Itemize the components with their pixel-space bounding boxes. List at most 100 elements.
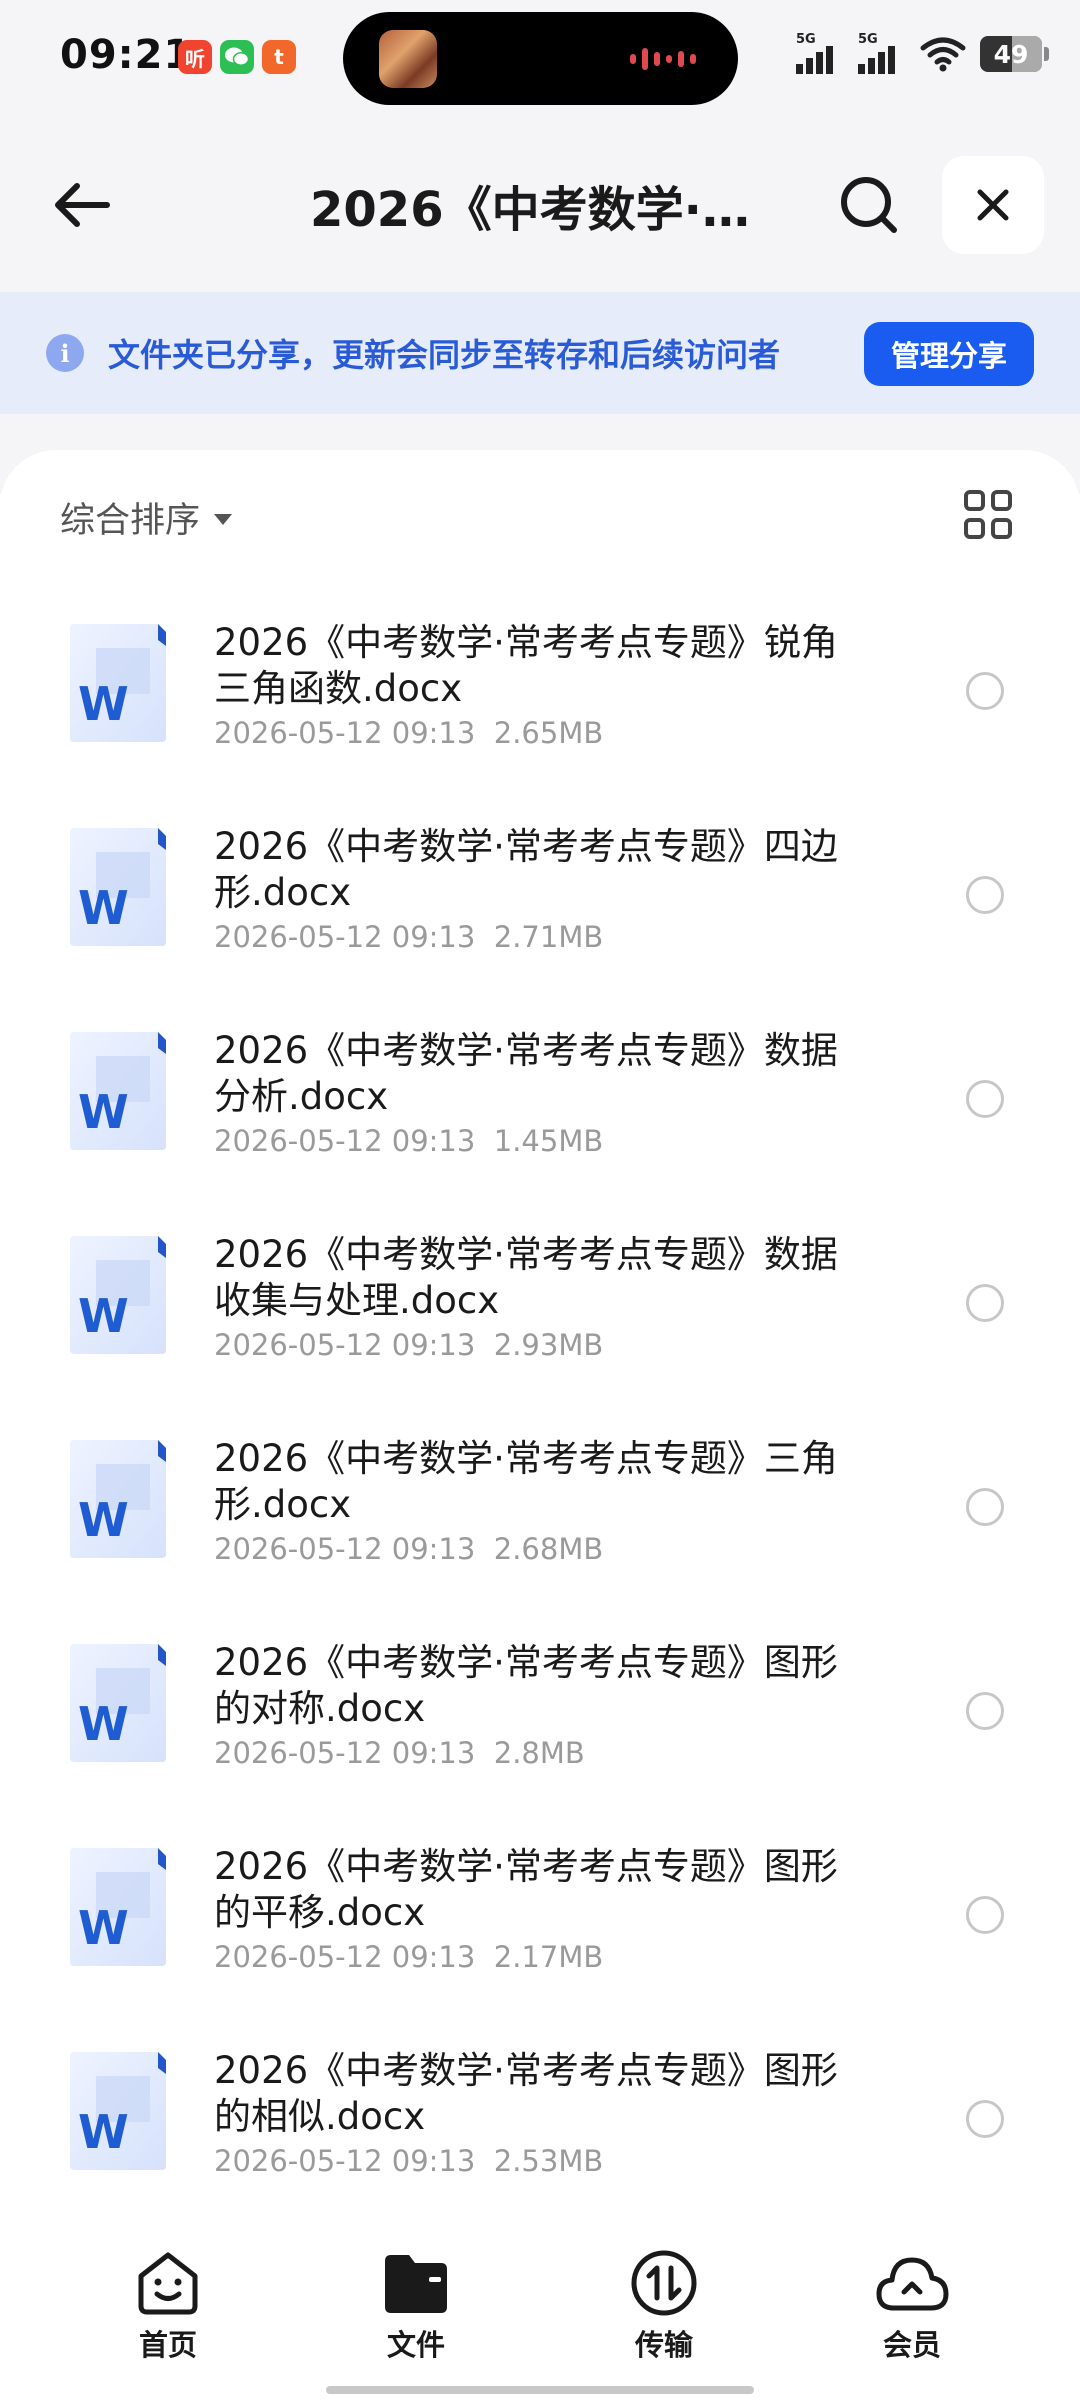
wechat-icon [220,40,254,74]
search-icon [841,177,897,233]
file-meta: 2026-05-12 09:13 2.53MB [214,2144,603,2178]
file-list: W 2026《中考数学·常考考点专题》锐角三角函数.docx 2026-05-1… [0,590,1080,2222]
close-icon [977,189,1009,221]
status-time: 09:21 [60,32,193,78]
svg-text:W: W [78,881,129,935]
select-radio[interactable] [966,1488,1004,1526]
sort-label: 综合排序 [60,501,201,541]
file-list-item[interactable]: W 2026《中考数学·常考考点专题》锐角三角函数.docx 2026-05-1… [0,590,1080,794]
file-content-panel: 综合排序 W 2026《中考数学·常考考点专题》锐角三角函数.docx 2026… [0,450,1080,2250]
file-name: 2026《中考数学·常考考点专题》图形的相似.docx [214,2049,838,2138]
select-radio[interactable] [966,1692,1004,1730]
search-button[interactable] [832,168,906,242]
battery-icon: 49 [980,36,1049,72]
file-list-item[interactable]: W 2026《中考数学·常考考点专题》四边形.docx 2026-05-12 0… [0,794,1080,998]
svg-text:W: W [78,1289,129,1343]
file-list-item[interactable]: W 2026《中考数学·常考考点专题》数据收集与处理.docx 2026-05-… [0,1202,1080,1406]
file-name: 2026《中考数学·常考考点专题》数据分析.docx [214,1029,838,1118]
status-bar: 09:21 听 t 5G 5G 49 [0,0,1080,120]
grid-view-toggle[interactable] [964,490,1014,540]
file-date: 2026-05-12 09:13 [214,1736,476,1770]
svg-text:W: W [78,1085,129,1139]
home-face-icon [130,2248,206,2318]
word-doc-icon: W [66,622,168,744]
back-button[interactable] [46,170,116,240]
file-name: 2026《中考数学·常考考点专题》数据收集与处理.docx [214,1233,838,1322]
nav-label: 首页 [138,2328,197,2362]
select-radio[interactable] [966,672,1004,710]
app-header: 2026《中考数学·… [0,120,1080,292]
file-meta: 2026-05-12 09:13 2.8MB [214,1736,585,1770]
select-radio[interactable] [966,1284,1004,1322]
file-size: 2.8MB [493,1736,585,1770]
word-doc-icon: W [66,1438,168,1560]
file-list-item[interactable]: W 2026《中考数学·常考考点专题》图形的相似.docx 2026-05-12… [0,2018,1080,2222]
transfer-icon [626,2248,702,2318]
manage-share-button[interactable]: 管理分享 [864,322,1034,386]
svg-text:W: W [78,677,129,731]
nav-item-files[interactable]: 文件 [346,2248,486,2368]
share-notice-banner: i 文件夹已分享，更新会同步至转存和后续访问者 管理分享 [0,292,1080,414]
file-list-item[interactable]: W 2026《中考数学·常考考点专题》图形的对称.docx 2026-05-12… [0,1610,1080,1814]
info-icon: i [46,334,84,372]
home-indicator[interactable] [326,2386,754,2394]
svg-text:W: W [78,1697,129,1751]
share-notice-text: 文件夹已分享，更新会同步至转存和后续访问者 [108,336,781,374]
file-size: 2.93MB [493,1328,604,1362]
audio-wave-icon [630,46,696,72]
select-radio[interactable] [966,1080,1004,1118]
word-doc-icon: W [66,1234,168,1356]
wifi-icon [920,37,966,72]
sort-dropdown[interactable]: 综合排序 [60,492,233,543]
media-thumbnail [379,30,437,88]
page-title: 2026《中考数学·… [310,182,750,238]
file-date: 2026-05-12 09:13 [214,920,476,954]
select-radio[interactable] [966,2100,1004,2138]
nav-item-member[interactable]: 会员 [842,2248,982,2368]
file-meta: 2026-05-12 09:13 2.17MB [214,1940,603,1974]
file-date: 2026-05-12 09:13 [214,2144,476,2178]
file-meta: 2026-05-12 09:13 2.71MB [214,920,603,954]
select-radio[interactable] [966,1896,1004,1934]
nav-label: 文件 [386,2328,445,2362]
file-size: 2.65MB [493,716,604,750]
file-size: 2.71MB [493,920,604,954]
arrow-left-icon [55,183,110,227]
dynamic-island[interactable] [343,12,738,105]
svg-text:W: W [78,1493,129,1547]
file-list-item[interactable]: W 2026《中考数学·常考考点专题》图形的平移.docx 2026-05-12… [0,1814,1080,2018]
file-size: 2.68MB [493,1532,604,1566]
file-meta: 2026-05-12 09:13 2.65MB [214,716,603,750]
file-date: 2026-05-12 09:13 [214,1124,476,1158]
taobao-icon: t [262,40,296,74]
file-date: 2026-05-12 09:13 [214,716,476,750]
file-name: 2026《中考数学·常考考点专题》图形的平移.docx [214,1845,838,1934]
file-date: 2026-05-12 09:13 [214,1328,476,1362]
word-doc-icon: W [66,2050,168,2172]
svg-text:W: W [78,1901,129,1955]
select-radio[interactable] [966,876,1004,914]
nav-label: 会员 [882,2328,941,2362]
file-date: 2026-05-12 09:13 [214,1532,476,1566]
folder-icon [378,2248,454,2318]
word-doc-icon: W [66,826,168,948]
file-list-item[interactable]: W 2026《中考数学·常考考点专题》三角形.docx 2026-05-12 0… [0,1406,1080,1610]
file-size: 2.53MB [493,2144,604,2178]
word-doc-icon: W [66,1846,168,1968]
nav-label: 传输 [634,2328,693,2362]
svg-text:W: W [78,2105,129,2159]
file-name: 2026《中考数学·常考考点专题》图形的对称.docx [214,1641,838,1730]
nav-item-transfer[interactable]: 传输 [594,2248,734,2368]
nav-item-home[interactable]: 首页 [98,2248,238,2368]
signal-icon: 5G [796,32,844,74]
file-name: 2026《中考数学·常考考点专题》四边形.docx [214,825,838,914]
status-indicators: 5G 5G 49 [796,32,1049,74]
file-name: 2026《中考数学·常考考点专题》三角形.docx [214,1437,838,1526]
file-name: 2026《中考数学·常考考点专题》锐角三角函数.docx [214,621,838,710]
close-button[interactable] [942,156,1044,254]
ting-app-icon: 听 [178,40,212,74]
word-doc-icon: W [66,1642,168,1764]
file-meta: 2026-05-12 09:13 2.93MB [214,1328,603,1362]
grid-view-icon [964,490,985,511]
file-list-item[interactable]: W 2026《中考数学·常考考点专题》数据分析.docx 2026-05-12 … [0,998,1080,1202]
